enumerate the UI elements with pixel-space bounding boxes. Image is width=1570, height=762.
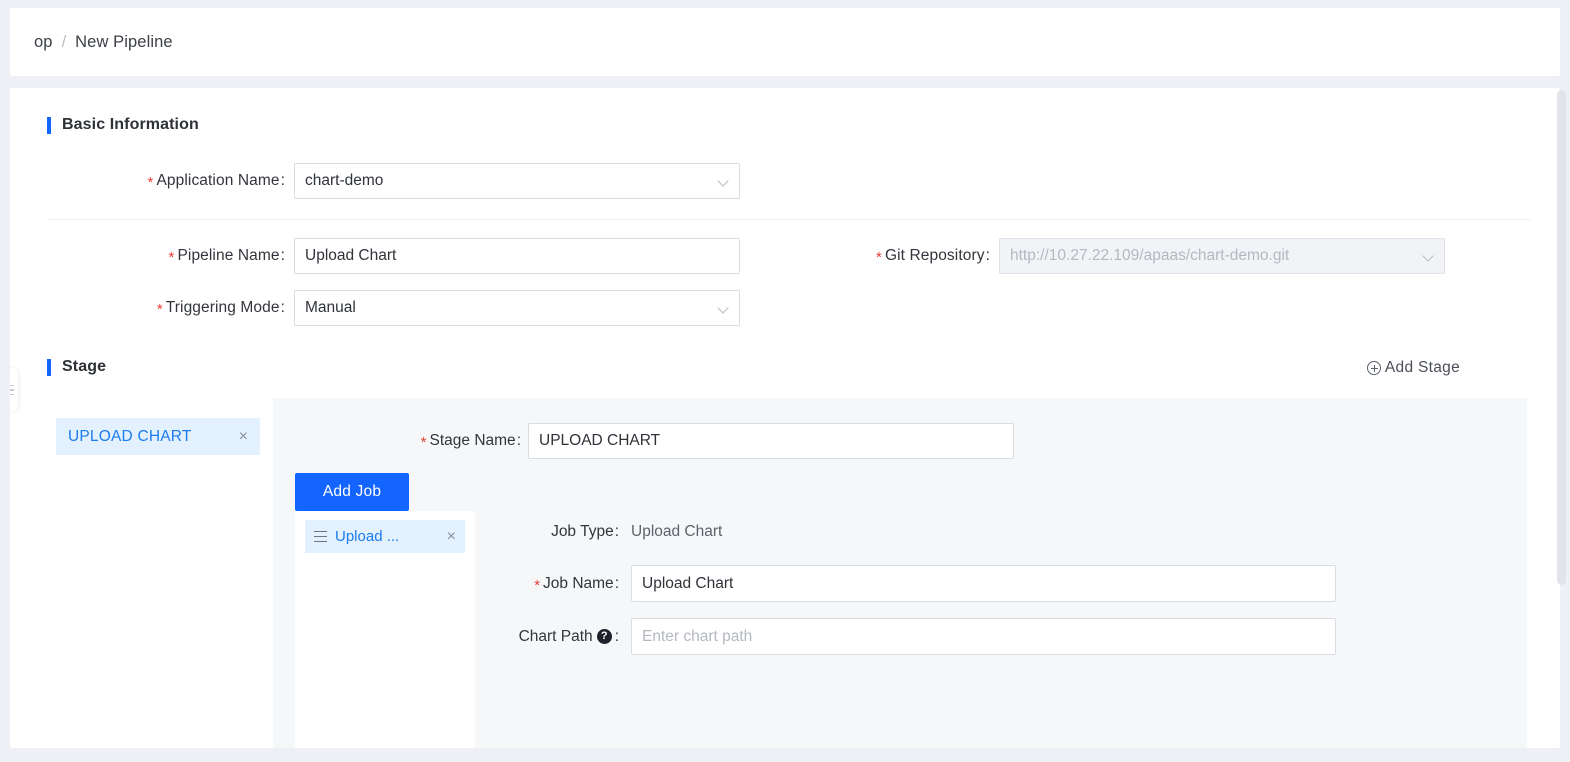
job-name-value: Upload Chart [642, 574, 734, 592]
job-list: Upload ... × [295, 511, 475, 748]
question-mark-icon[interactable]: ? [596, 629, 612, 644]
chart-path-label: Chart Path?: [518, 627, 619, 645]
required-asterisk: * [876, 249, 882, 266]
required-asterisk: * [534, 577, 541, 594]
pipeline-name-label: * Pipeline Name: [168, 247, 285, 266]
drag-line [314, 540, 327, 542]
stage-tab-list: UPLOAD CHART × [37, 398, 273, 748]
triggering-mode-value: Manual [305, 299, 356, 316]
drag-handle-icon[interactable] [314, 531, 327, 542]
pipeline-editor-page: op / New Pipeline Basic Information * App… [0, 0, 1570, 762]
job-type-value: Upload Chart [631, 523, 723, 540]
stage-section-title: Stage [62, 358, 107, 375]
pipeline-form-card: Basic Information * Application Name: cha… [10, 88, 1560, 748]
basic-information-header: Basic Information [47, 116, 199, 134]
drag-line [314, 535, 327, 538]
field-job-name: * Job Name: Upload Chart [483, 565, 1517, 602]
handle-line [10, 389, 14, 391]
required-asterisk: * [168, 249, 175, 266]
git-repository-value: http://10.27.22.109/apaas/chart-demo.git [1010, 247, 1290, 264]
git-repository-select[interactable]: http://10.27.22.109/apaas/chart-demo.git [999, 238, 1445, 274]
field-stage-name: * Stage Name: UPLOAD CHART [273, 423, 1527, 459]
vertical-scrollbar-track[interactable] [1557, 88, 1566, 748]
job-name-input[interactable]: Upload Chart [631, 565, 1336, 602]
handle-line [10, 393, 14, 396]
job-item-label: Upload ... [335, 528, 400, 545]
chart-path-placeholder: Enter chart path [642, 627, 753, 645]
field-triggering-mode: * Triggering Mode: Manual [10, 290, 740, 326]
stage-name-label: * Stage Name: [420, 432, 521, 451]
chevron-down-icon [1424, 252, 1433, 261]
application-name-select[interactable]: chart-demo [294, 163, 740, 199]
required-asterisk: * [420, 434, 427, 451]
stage-section-header: Stage [47, 358, 106, 376]
stage-name-value: UPLOAD CHART [539, 432, 661, 449]
field-chart-path: Chart Path?: Enter chart path [483, 618, 1517, 655]
page-title: Basic Information [62, 116, 199, 133]
form-divider [47, 219, 1530, 220]
breadcrumb-current: New Pipeline [75, 32, 173, 51]
stage-tab-label: UPLOAD CHART [68, 427, 192, 445]
vertical-scrollbar-thumb[interactable] [1557, 90, 1566, 585]
field-job-type: Job Type: Upload Chart [483, 523, 1517, 541]
handle-line [10, 384, 14, 387]
chart-path-input[interactable]: Enter chart path [631, 618, 1336, 655]
chevron-down-icon [719, 304, 728, 313]
field-pipeline-name: * Pipeline Name: Upload Chart [10, 238, 740, 274]
triggering-mode-select[interactable]: Manual [294, 290, 740, 326]
required-asterisk: * [156, 301, 163, 318]
stage-detail-panel: * Stage Name: UPLOAD CHART Add Job Uploa… [273, 398, 1527, 748]
git-repository-label: * Git Repository: [876, 247, 990, 266]
close-icon[interactable]: × [447, 528, 456, 545]
field-git-repository: * Git Repository: http://10.27.22.109/apa… [830, 238, 1445, 274]
job-list-item[interactable]: Upload ... × [305, 520, 465, 553]
add-stage-label: Add Stage [1384, 359, 1460, 376]
stage-name-input[interactable]: UPLOAD CHART [528, 423, 1014, 459]
job-detail-form: Job Type: Upload Chart * Job Name: Upload… [483, 523, 1517, 671]
add-stage-button[interactable]: Add Stage [1366, 359, 1460, 377]
sidebar-collapse-handle[interactable] [10, 368, 18, 412]
chevron-down-icon [719, 177, 728, 186]
stage-area: UPLOAD CHART × * Stage Name: UPLOAD CHART… [37, 398, 1527, 748]
job-name-label: * Job Name: [534, 574, 619, 595]
triggering-mode-label: * Triggering Mode: [156, 299, 285, 318]
drag-line [314, 531, 327, 533]
breadcrumb-separator: / [61, 32, 67, 51]
breadcrumb-root[interactable]: op [34, 33, 53, 52]
pipeline-name-value: Upload Chart [305, 247, 397, 264]
application-name-label: * Application Name: [147, 172, 285, 191]
stage-tab-upload-chart[interactable]: UPLOAD CHART × [56, 418, 260, 455]
pipeline-name-input[interactable]: Upload Chart [294, 238, 740, 274]
close-icon[interactable]: × [239, 428, 248, 445]
required-asterisk: * [147, 174, 154, 191]
job-type-label: Job Type: [551, 523, 619, 540]
field-application-name: * Application Name: chart-demo [10, 163, 740, 199]
breadcrumb-bar: op / New Pipeline [10, 8, 1560, 76]
section-accent-bar [47, 116, 51, 134]
section-accent-bar [47, 358, 51, 376]
application-name-value: chart-demo [305, 172, 384, 189]
circle-plus-icon [1366, 361, 1381, 375]
add-job-button[interactable]: Add Job [295, 473, 409, 511]
